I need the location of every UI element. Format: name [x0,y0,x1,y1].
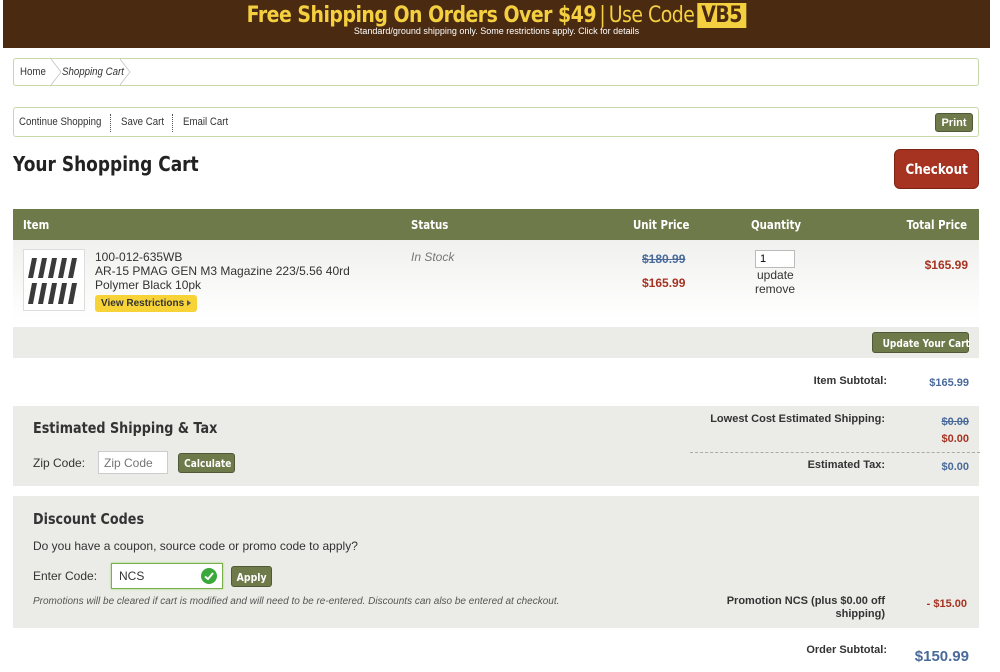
promotion-value: - $15.00 [926,598,967,610]
remove-item-link[interactable]: remove [755,282,795,296]
discount-question: Do you have a coupon, source code or pro… [33,539,358,553]
header-unit-price: Unit Price [633,218,690,232]
update-cart-label: Update Your Cart [882,337,970,350]
page-title: Your Shopping Cart [13,152,199,176]
magazine-image-icon [28,258,77,304]
header-status: Status [411,218,449,232]
product-name-link[interactable]: AR-15 PMAG GEN M3 Magazine 223/5.56 40rd… [95,264,385,292]
print-button[interactable]: Print [935,113,973,132]
promo-code-value: NCS [119,569,145,583]
calculate-button[interactable]: Calculate [178,453,235,473]
calculate-label: Calculate [184,457,232,470]
shipping-value: $0.00 [941,433,969,445]
order-subtotal-value: $150.99 [914,648,969,665]
email-cart-link[interactable]: Email Cart [183,116,228,128]
breadcrumb-chevron-icon [50,59,62,85]
banner-promo-code: VB5 [696,3,747,28]
view-restrictions-button[interactable]: View Restrictions [95,295,198,312]
order-subtotal-label: Order Subtotal: [806,644,887,656]
cart-toolbar: Continue Shopping Save Cart Email Cart P… [13,107,979,137]
update-quantity-link[interactable]: update [757,268,794,282]
sale-price: $165.99 [642,276,686,290]
shipping-label: Lowest Cost Estimated Shipping: [710,413,885,425]
breadcrumb-home-link[interactable]: Home [20,66,46,78]
header-total-price: Total Price [906,218,967,232]
discount-note: Promotions will be cleared if cart is mo… [33,596,560,607]
row-total-price: $165.99 [924,258,968,272]
estimated-tax-label: Estimated Tax: [807,459,885,471]
banner-headline: Free Shipping On Orders Over $49 | Use Cod… [247,0,747,28]
header-item: Item [23,218,50,232]
breadcrumb-current: Shopping Cart [62,66,124,78]
update-cart-bar: Update Your Cart [13,327,979,358]
discount-codes-panel: Discount Codes Do you have a coupon, sou… [13,496,979,628]
shipping-original-value: $0.00 [941,416,969,428]
enter-code-label: Enter Code: [33,569,98,583]
free-shipping-banner[interactable]: Free Shipping On Orders Over $49 | Use Cod… [3,0,990,48]
update-cart-button[interactable]: Update Your Cart [872,332,970,353]
checkout-button-label: Checkout [905,162,968,178]
estimated-tax-value: $0.00 [941,461,969,473]
apply-code-button[interactable]: Apply [231,566,272,587]
product-sku: 100-012-635WB [95,250,183,264]
product-thumbnail[interactable] [23,249,85,311]
summary-divider [690,452,980,453]
banner-use-code: Use Code [608,3,695,28]
apply-label: Apply [236,571,267,584]
toolbar-divider [172,114,173,132]
discount-title: Discount Codes [33,510,145,528]
stock-status: In Stock [411,250,455,264]
item-subtotal-value: $165.99 [929,377,969,389]
zip-code-input[interactable] [98,451,168,474]
check-circle-icon [201,568,217,584]
table-row: 100-012-635WB AR-15 PMAG GEN M3 Magazine… [13,240,979,320]
original-price: $180.99 [642,252,686,266]
quantity-input[interactable] [755,250,795,268]
zip-code-label: Zip Code: [33,456,86,470]
promo-code-input[interactable]: NCS [111,563,223,589]
promotion-label: Promotion NCS (plus $0.00 off shipping) [726,595,885,620]
item-subtotal-label: Item Subtotal: [813,375,887,387]
continue-shopping-link[interactable]: Continue Shopping [19,116,101,128]
banner-headline-text: Free Shipping On Orders Over $49 [246,3,597,28]
checkout-button[interactable]: Checkout [894,149,979,189]
breadcrumb: Home Shopping Cart [13,58,979,86]
header-quantity: Quantity [751,218,801,232]
save-cart-link[interactable]: Save Cart [121,116,164,128]
shipping-title: Estimated Shipping & Tax [33,419,218,437]
cart-table-header: Item Status Unit Price Quantity Total Pr… [13,209,979,240]
caret-right-icon [187,300,192,307]
breadcrumb-chevron-icon [119,59,131,85]
banner-separator: | [599,3,606,28]
view-restrictions-label: View Restrictions [101,298,185,309]
toolbar-divider [110,114,111,132]
